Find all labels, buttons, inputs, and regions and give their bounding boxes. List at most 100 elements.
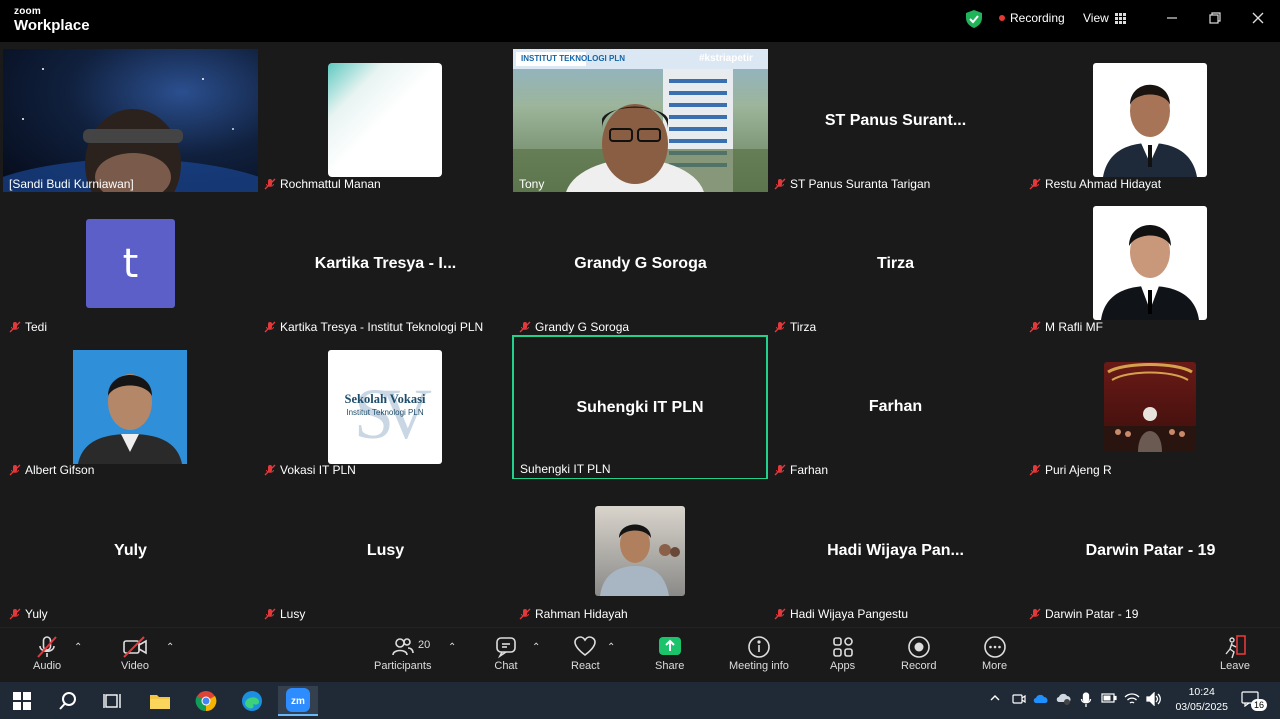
participant-tile[interactable]: S V Sekolah Vokasi Institut Teknologi PL… (258, 335, 513, 479)
participant-tile[interactable]: Rahman Hidayah (513, 479, 768, 623)
apps-button[interactable]: Apps (830, 634, 855, 672)
muted-mic-icon (774, 464, 786, 476)
wifi-icon[interactable] (1124, 692, 1140, 706)
edge-button[interactable] (234, 686, 270, 716)
leave-button[interactable]: Leave (1220, 634, 1250, 672)
participant-tile[interactable]: INSTITUT TEKNOLOGI PLN #kstriapetir Tony (513, 49, 768, 193)
muted-mic-icon (264, 321, 276, 333)
muted-mic-icon (1029, 178, 1041, 190)
meet-now-icon[interactable] (1012, 692, 1026, 706)
volume-icon[interactable] (1146, 692, 1162, 706)
restore-button[interactable] (1203, 8, 1227, 28)
title-bar: zoom Workplace Recording View (0, 0, 1280, 42)
participant-tile[interactable]: Kartika Tresya - I... Kartika Tresya - I… (258, 192, 513, 336)
muted-mic-icon (37, 636, 57, 658)
clock-time: 10:24 (1188, 686, 1215, 698)
recording-label: Recording (1010, 11, 1065, 25)
chat-options-chevron-icon[interactable]: ⌃ (532, 642, 540, 653)
audio-options-chevron-icon[interactable]: ⌃ (74, 642, 82, 653)
show-hidden-icons-chevron-icon[interactable] (989, 692, 1001, 704)
chat-icon (496, 637, 516, 659)
participant-display-name: Kartika Tresya - I... (314, 255, 457, 272)
record-label: Record (901, 660, 937, 672)
participant-tile[interactable]: Darwin Patar - 19 Darwin Patar - 19 (1023, 479, 1278, 623)
participant-display-name: Grandy G Soroga (574, 255, 707, 272)
leave-label: Leave (1220, 660, 1250, 672)
participant-tile[interactable]: Rochmattul Manan (258, 49, 513, 193)
participant-tile[interactable]: Farhan Farhan (768, 335, 1023, 479)
battery-icon[interactable] (1101, 692, 1117, 704)
zoom-app-icon: zm (286, 688, 310, 712)
participant-tile[interactable]: Albert Gifson (3, 335, 258, 479)
onedrive-icon[interactable] (1033, 692, 1049, 704)
participant-tile[interactable]: Puri Ajeng R (1023, 335, 1278, 479)
meeting-info-label: Meeting info (729, 660, 789, 672)
view-button[interactable]: View (1083, 11, 1126, 25)
participant-name: Tony (519, 177, 545, 191)
task-view-button[interactable] (95, 686, 131, 716)
more-button[interactable]: More (982, 634, 1007, 672)
participant-tile[interactable]: t Tedi (3, 192, 258, 336)
meeting-info-button[interactable]: Meeting info (729, 634, 789, 672)
edge-icon (242, 691, 262, 711)
participant-avatar: t (86, 219, 175, 308)
participant-display-name: Farhan (868, 398, 923, 415)
participant-name: Lusy (264, 607, 305, 621)
muted-mic-icon (1029, 464, 1041, 476)
clock-date: 03/05/2025 (1175, 701, 1228, 713)
participant-display-name: Lusy (366, 542, 405, 559)
participants-options-chevron-icon[interactable]: ⌃ (448, 642, 456, 653)
meeting-toolbar: Audio ⌃ Video ⌃ Participants 20 ⌃ Chat ⌃… (0, 627, 1280, 682)
participants-count: 20 (418, 639, 431, 651)
participant-tile[interactable]: M Rafli MF (1023, 192, 1278, 336)
security-shield-icon[interactable] (966, 10, 982, 33)
react-options-chevron-icon[interactable]: ⌃ (607, 642, 615, 653)
zoom-logo: zoom Workplace (14, 7, 90, 34)
muted-mic-icon (264, 464, 276, 476)
video-label: Video (121, 660, 149, 672)
muted-mic-icon (519, 608, 531, 620)
active-speaker-tile[interactable]: Suhengki IT PLN Suhengki IT PLN (512, 335, 768, 480)
muted-mic-icon (264, 608, 276, 620)
system-clock[interactable]: 10:24 03/05/2025 (1175, 685, 1228, 715)
microphone-tray-icon[interactable] (1080, 692, 1092, 708)
participant-display-name: Hadi Wijaya Pan... (827, 542, 964, 559)
participant-photo (1104, 362, 1196, 452)
more-icon (983, 636, 1006, 658)
video-options-chevron-icon[interactable]: ⌃ (166, 642, 174, 653)
minimize-button[interactable] (1160, 8, 1184, 28)
participant-name: Grandy G Soroga (519, 320, 629, 334)
muted-mic-icon (9, 608, 21, 620)
cloud-sync-icon[interactable] (1056, 692, 1072, 706)
audio-button[interactable]: Audio (33, 634, 61, 672)
participant-tile[interactable]: Tirza Tirza (768, 192, 1023, 336)
participant-tile[interactable]: Yuly Yuly (3, 479, 258, 623)
chat-label: Chat (494, 660, 518, 672)
participant-tile[interactable]: Restu Ahmad Hidayat (1023, 49, 1278, 193)
participant-display-name: ST Panus Surant... (824, 112, 967, 129)
video-button[interactable]: Video (121, 634, 149, 672)
participant-tile[interactable]: ST Panus Surant... ST Panus Suranta Tari… (768, 49, 1023, 193)
more-label: More (982, 660, 1008, 672)
participant-tile[interactable]: [Sandi Budi Kurniawan] (3, 49, 258, 193)
windows-start-button[interactable] (4, 686, 40, 716)
recording-indicator[interactable]: Recording (999, 11, 1065, 25)
share-button[interactable]: Share (655, 634, 684, 672)
search-button[interactable] (50, 686, 86, 716)
record-button[interactable]: Record (901, 634, 936, 672)
participant-tile[interactable]: Hadi Wijaya Pan... Hadi Wijaya Pangestu (768, 479, 1023, 623)
participant-tile[interactable]: Grandy G Soroga Grandy G Soroga (513, 192, 768, 336)
zoom-taskbar-button[interactable]: zm (278, 686, 318, 716)
react-button[interactable]: React (571, 634, 600, 672)
participant-photo (73, 350, 187, 464)
participant-display-name: Darwin Patar - 19 (1085, 542, 1216, 559)
close-button[interactable] (1246, 8, 1270, 28)
notification-center-button[interactable]: 16 (1241, 691, 1268, 712)
os-taskbar: zm 10:24 03/05/2025 16 (0, 682, 1280, 719)
participant-name: Suhengki IT PLN (520, 462, 611, 476)
chat-button[interactable]: Chat (494, 634, 518, 672)
participant-tile[interactable]: Lusy Lusy (258, 479, 513, 623)
task-view-icon (103, 694, 121, 708)
file-explorer-button[interactable] (142, 686, 178, 716)
chrome-button[interactable] (188, 686, 224, 716)
